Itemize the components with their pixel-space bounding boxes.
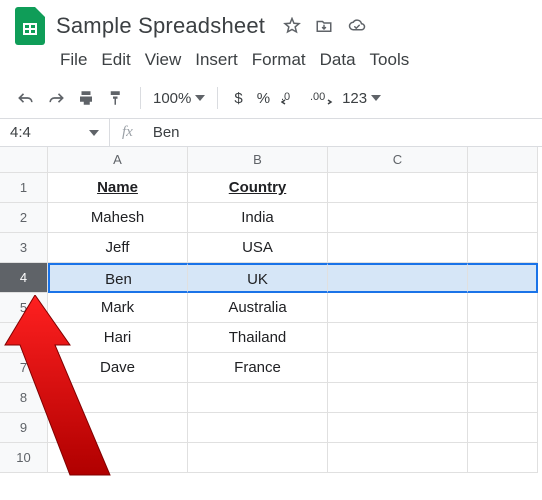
cell-c8[interactable]	[328, 383, 468, 413]
cell-a6[interactable]: Hari	[48, 323, 188, 353]
toolbar: 100% $ % .0 .00 123	[0, 78, 542, 119]
cell-c2[interactable]	[328, 203, 468, 233]
cell-b5[interactable]: Australia	[188, 293, 328, 323]
cell-b6[interactable]: Thailand	[188, 323, 328, 353]
cell-c5[interactable]	[328, 293, 468, 323]
chevron-down-icon	[89, 130, 99, 136]
menu-file[interactable]: File	[60, 50, 87, 70]
cell-c9[interactable]	[328, 413, 468, 443]
star-icon[interactable]	[283, 17, 301, 35]
cell-a2[interactable]: Mahesh	[48, 203, 188, 233]
cell-b4[interactable]: UK	[188, 263, 328, 293]
menu-insert[interactable]: Insert	[195, 50, 238, 70]
cell-d10[interactable]	[468, 443, 538, 473]
more-formats-dropdown[interactable]: 123	[342, 90, 381, 107]
zoom-dropdown[interactable]: 100%	[153, 90, 205, 107]
format-currency[interactable]: $	[230, 90, 246, 107]
row-header-6[interactable]: 6	[0, 323, 48, 353]
fx-label: fx	[110, 124, 145, 141]
spreadsheet-grid[interactable]: A B C 1 Name Country 2 Mahesh India 3 Je…	[0, 147, 542, 473]
select-all-corner[interactable]	[0, 147, 48, 173]
col-header-d[interactable]	[468, 147, 538, 173]
cell-b10[interactable]	[188, 443, 328, 473]
cell-c6[interactable]	[328, 323, 468, 353]
move-icon[interactable]	[315, 17, 333, 35]
cloud-status-icon[interactable]	[347, 17, 367, 35]
menu-bar: File Edit View Insert Format Data Tools	[12, 44, 530, 78]
cell-d1[interactable]	[468, 173, 538, 203]
cell-b8[interactable]	[188, 383, 328, 413]
cell-d9[interactable]	[468, 413, 538, 443]
zoom-value: 100%	[153, 90, 191, 107]
row-header-5[interactable]: 5	[0, 293, 48, 323]
menu-tools[interactable]: Tools	[370, 50, 410, 70]
cell-c3[interactable]	[328, 233, 468, 263]
cell-d6[interactable]	[468, 323, 538, 353]
format-percent[interactable]: %	[253, 90, 274, 107]
menu-data[interactable]: Data	[320, 50, 356, 70]
row-header-1[interactable]: 1	[0, 173, 48, 203]
menu-view[interactable]: View	[145, 50, 182, 70]
separator	[140, 87, 141, 109]
row-header-4[interactable]: 4	[0, 263, 48, 293]
cell-b7[interactable]: France	[188, 353, 328, 383]
cell-a8[interactable]	[48, 383, 188, 413]
cell-a1[interactable]: Name	[48, 173, 188, 203]
paint-format-button[interactable]	[104, 84, 128, 112]
col-header-b[interactable]: B	[188, 147, 328, 173]
cell-a5[interactable]: Mark	[48, 293, 188, 323]
row-header-2[interactable]: 2	[0, 203, 48, 233]
cell-d5[interactable]	[468, 293, 538, 323]
cell-b2[interactable]: India	[188, 203, 328, 233]
formula-input[interactable]	[145, 119, 542, 146]
cell-d3[interactable]	[468, 233, 538, 263]
cell-b3[interactable]: USA	[188, 233, 328, 263]
cell-b1[interactable]: Country	[188, 173, 328, 203]
cell-d8[interactable]	[468, 383, 538, 413]
cell-c1[interactable]	[328, 173, 468, 203]
print-button[interactable]	[74, 84, 98, 112]
row-header-9[interactable]: 9	[0, 413, 48, 443]
cell-c7[interactable]	[328, 353, 468, 383]
row-header-7[interactable]: 7	[0, 353, 48, 383]
more-formats-label: 123	[342, 90, 367, 107]
cell-c10[interactable]	[328, 443, 468, 473]
undo-button[interactable]	[14, 84, 38, 112]
cell-d4[interactable]	[468, 263, 538, 293]
row-header-10[interactable]: 10	[0, 443, 48, 473]
separator	[217, 87, 218, 109]
cell-a3[interactable]: Jeff	[48, 233, 188, 263]
cell-d7[interactable]	[468, 353, 538, 383]
cell-a9[interactable]	[48, 413, 188, 443]
cell-a4[interactable]: Ben	[48, 263, 188, 293]
row-header-3[interactable]: 3	[0, 233, 48, 263]
menu-format[interactable]: Format	[252, 50, 306, 70]
svg-text:.00: .00	[310, 91, 325, 103]
col-header-a[interactable]: A	[48, 147, 188, 173]
increase-decimal[interactable]: .00	[310, 84, 336, 112]
sheets-logo	[12, 8, 48, 44]
cell-d2[interactable]	[468, 203, 538, 233]
row-header-8[interactable]: 8	[0, 383, 48, 413]
redo-button[interactable]	[44, 84, 68, 112]
name-box[interactable]: 4:4	[0, 119, 110, 146]
menu-edit[interactable]: Edit	[101, 50, 130, 70]
cell-a7[interactable]: Dave	[48, 353, 188, 383]
cell-b9[interactable]	[188, 413, 328, 443]
col-header-c[interactable]: C	[328, 147, 468, 173]
document-title[interactable]: Sample Spreadsheet	[56, 13, 265, 39]
decrease-decimal[interactable]: .0	[280, 84, 304, 112]
cell-a10[interactable]	[48, 443, 188, 473]
name-box-value: 4:4	[10, 124, 31, 141]
cell-c4[interactable]	[328, 263, 468, 293]
